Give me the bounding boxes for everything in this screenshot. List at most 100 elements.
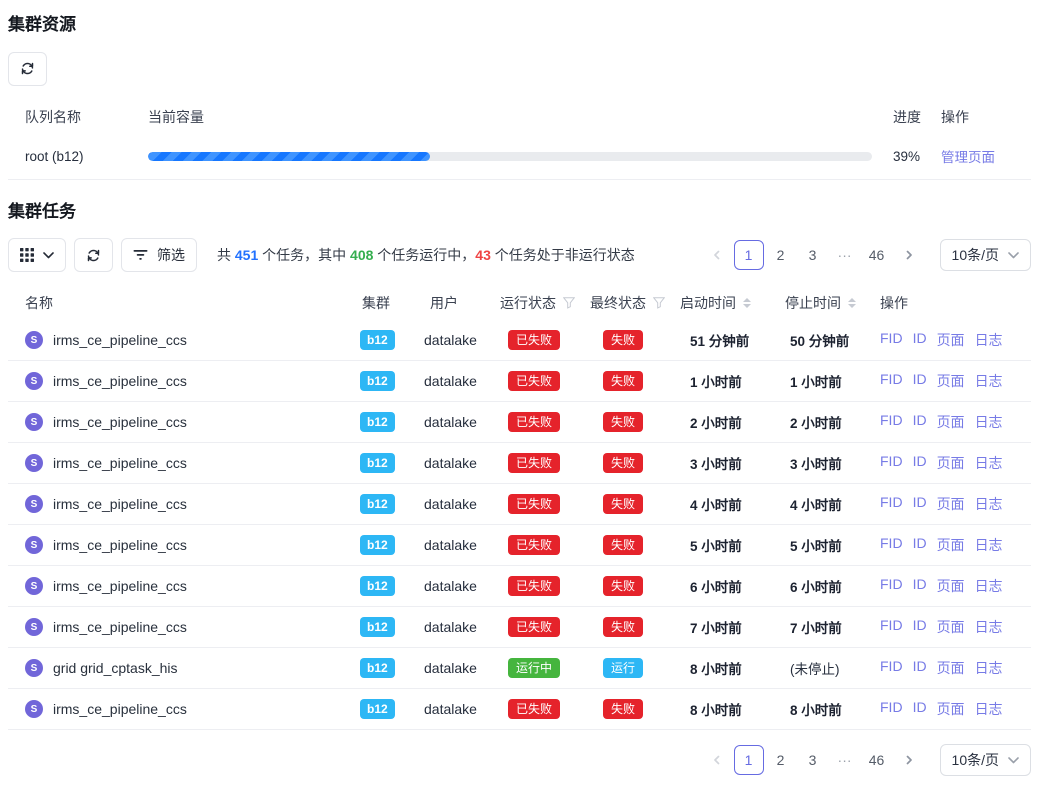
stop-time: 5 小时前 [790, 539, 842, 554]
bottom-pager-row: 123···46 10条/页 [8, 744, 1031, 776]
log-link[interactable]: 日志 [975, 658, 1003, 678]
tasks-toolbar: 筛选 共 451 个任务，其中 408 个任务运行中，43 个任务处于非运行状态… [8, 238, 1031, 272]
log-link[interactable]: 日志 [975, 412, 1003, 432]
fid-link[interactable]: FID [880, 699, 903, 719]
total-count: 451 [235, 247, 258, 263]
run-status-badge: 已失败 [508, 412, 560, 432]
fid-link[interactable]: FID [880, 494, 903, 514]
log-link[interactable]: 日志 [975, 371, 1003, 391]
fid-link[interactable]: FID [880, 617, 903, 637]
page-link[interactable]: 页面 [937, 658, 965, 678]
page-size-select[interactable]: 10条/页 [940, 744, 1031, 776]
task-name: irms_ce_pipeline_ccs [53, 496, 187, 512]
id-link[interactable]: ID [913, 535, 927, 555]
pager-page-1[interactable]: 1 [734, 745, 764, 775]
final-status-badge: 失败 [603, 412, 643, 432]
queue-name-header: 队列名称 [8, 107, 148, 127]
fid-link[interactable]: FID [880, 453, 903, 473]
id-link[interactable]: ID [913, 494, 927, 514]
page-link[interactable]: 页面 [937, 453, 965, 473]
pager-page-46[interactable]: 46 [862, 240, 892, 270]
task-stats: 共 451 个任务，其中 408 个任务运行中，43 个任务处于非运行状态 [217, 245, 635, 265]
manage-page-link[interactable]: 管理页面 [941, 150, 995, 165]
funnel-filter-icon[interactable] [563, 297, 575, 309]
final-status-header[interactable]: 最终状态 [582, 293, 668, 313]
log-link[interactable]: 日志 [975, 617, 1003, 637]
run-status-header[interactable]: 运行状态 [492, 293, 582, 313]
fid-link[interactable]: FID [880, 412, 903, 432]
chevron-down-icon [1008, 252, 1019, 259]
run-status-badge: 已失败 [508, 371, 560, 391]
resource-row: root (b12) 39% 管理页面 [8, 134, 1031, 180]
log-link[interactable]: 日志 [975, 453, 1003, 473]
run-status-badge: 已失败 [508, 699, 560, 719]
pager-page-3[interactable]: 3 [798, 745, 828, 775]
refresh-icon [20, 61, 35, 76]
page-link[interactable]: 页面 [937, 576, 965, 596]
stop-time: 2 小时前 [790, 416, 842, 431]
pager-prev-button[interactable] [702, 745, 732, 775]
pager-page-3[interactable]: 3 [798, 240, 828, 270]
id-link[interactable]: ID [913, 658, 927, 678]
pager-page-1[interactable]: 1 [734, 240, 764, 270]
page-link[interactable]: 页面 [937, 371, 965, 391]
pager-page-46[interactable]: 46 [862, 745, 892, 775]
pager-next-button[interactable] [894, 240, 924, 270]
id-link[interactable]: ID [913, 617, 927, 637]
grid-icon [20, 248, 34, 262]
id-link[interactable]: ID [913, 699, 927, 719]
fid-link[interactable]: FID [880, 576, 903, 596]
pager-next-button[interactable] [894, 745, 924, 775]
task-name: irms_ce_pipeline_ccs [53, 578, 187, 594]
stop-time: 7 小时前 [790, 621, 842, 636]
tasks-refresh-button[interactable] [74, 238, 113, 272]
page-size-select[interactable]: 10条/页 [940, 239, 1031, 271]
page-link[interactable]: 页面 [937, 330, 965, 350]
fid-link[interactable]: FID [880, 658, 903, 678]
pager-pages: 123···46 [734, 745, 892, 775]
chevron-down-icon [1008, 757, 1019, 764]
fid-link[interactable]: FID [880, 371, 903, 391]
run-status-badge: 已失败 [508, 330, 560, 350]
pagination: 123···46 10条/页 [702, 239, 1031, 271]
fid-link[interactable]: FID [880, 535, 903, 555]
id-link[interactable]: ID [913, 330, 927, 350]
log-link[interactable]: 日志 [975, 330, 1003, 350]
page-link[interactable]: 页面 [937, 535, 965, 555]
avatar: S [25, 536, 43, 554]
log-link[interactable]: 日志 [975, 494, 1003, 514]
page-link[interactable]: 页面 [937, 699, 965, 719]
pager-page-2[interactable]: 2 [766, 745, 796, 775]
task-table-body: S irms_ce_pipeline_ccs b12 datalake 已失败 … [8, 320, 1031, 730]
column-settings-button[interactable] [8, 238, 66, 272]
id-link[interactable]: ID [913, 371, 927, 391]
log-link[interactable]: 日志 [975, 535, 1003, 555]
task-row: S grid grid_cptask_his b12 datalake 运行中 … [8, 648, 1031, 689]
id-link[interactable]: ID [913, 453, 927, 473]
page-link[interactable]: 页面 [937, 412, 965, 432]
final-status-badge: 失败 [603, 576, 643, 596]
stop-time-header[interactable]: 停止时间 [775, 293, 868, 313]
fid-link[interactable]: FID [880, 330, 903, 350]
pager-prev-button[interactable] [702, 240, 732, 270]
pagination: 123···46 10条/页 [702, 744, 1031, 776]
cluster-badge: b12 [360, 699, 395, 719]
pager-page-2[interactable]: 2 [766, 240, 796, 270]
page-link[interactable]: 页面 [937, 494, 965, 514]
task-name: grid grid_cptask_his [53, 660, 178, 676]
start-time: 3 小时前 [690, 457, 742, 472]
id-link[interactable]: ID [913, 412, 927, 432]
page-link[interactable]: 页面 [937, 617, 965, 637]
log-link[interactable]: 日志 [975, 699, 1003, 719]
sort-carets-icon[interactable] [848, 298, 856, 308]
filter-button[interactable]: 筛选 [121, 238, 197, 272]
task-name: irms_ce_pipeline_ccs [53, 619, 187, 635]
avatar: S [25, 331, 43, 349]
resources-refresh-button[interactable] [8, 52, 47, 86]
log-link[interactable]: 日志 [975, 576, 1003, 596]
funnel-filter-icon[interactable] [653, 297, 665, 309]
task-name: irms_ce_pipeline_ccs [53, 332, 187, 348]
start-time-header[interactable]: 启动时间 [668, 293, 775, 313]
sort-carets-icon[interactable] [743, 298, 751, 308]
id-link[interactable]: ID [913, 576, 927, 596]
